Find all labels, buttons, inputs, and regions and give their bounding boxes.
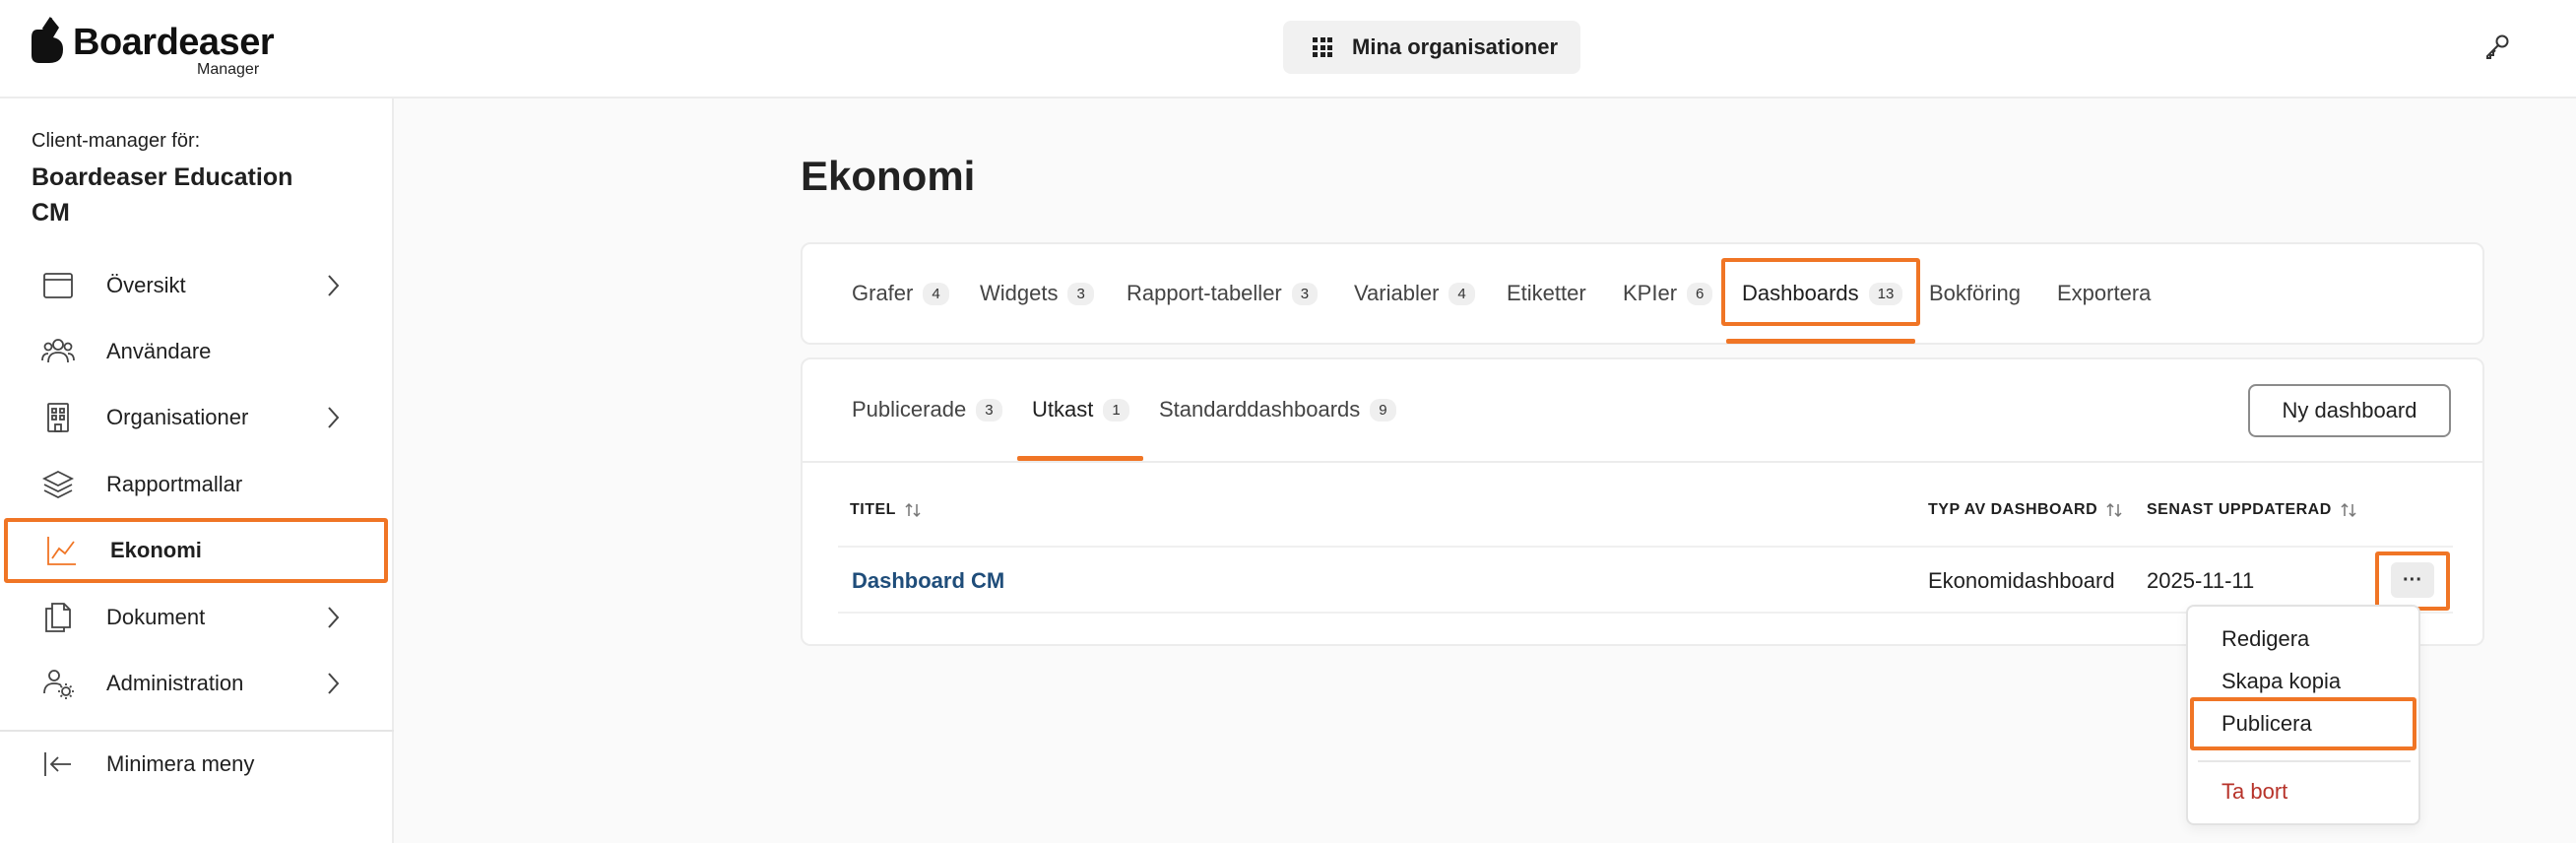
tab-count-badge: 3 [1067, 282, 1094, 305]
active-tab-underline [1726, 339, 1915, 344]
table-header-divider [838, 546, 2453, 548]
key-icon[interactable] [2483, 32, 2511, 60]
menu-item-redigera[interactable]: Redigera [2222, 626, 2309, 652]
users-icon [41, 339, 75, 363]
sidebar-item-label: Organisationer [106, 405, 249, 429]
tab-variabler[interactable]: Variabler 4 [1354, 244, 1475, 343]
sidebar-item-label: Översikt [106, 273, 186, 297]
tab-count-badge: 6 [1687, 282, 1713, 305]
column-header-label: TITEL [850, 501, 896, 518]
tab-label: Bokföring [1929, 281, 2021, 305]
dashboard-type-cell: Ekonomidashboard [1928, 568, 2115, 593]
logo-text: Boardeaser [73, 22, 275, 63]
app-logo[interactable]: Boardeaser Manager [30, 16, 286, 79]
tab-label: Publicerade [852, 397, 967, 422]
sidebar-item-ekonomi[interactable]: Ekonomi [4, 518, 388, 583]
tab-label: Dashboards [1742, 281, 1859, 305]
sort-icon [2341, 502, 2356, 518]
column-header-type[interactable]: TYP AV DASHBOARD [1928, 501, 2123, 519]
sidebar-item-rapportmallar[interactable]: Rapportmallar [0, 452, 394, 517]
sidebar-item-administration[interactable]: Administration [0, 651, 394, 716]
client-name: Boardeaser Education CM [32, 163, 293, 227]
client-manager-label: Client-manager för: [32, 130, 201, 152]
tab-dashboards[interactable]: Dashboards 13 [1742, 244, 1903, 343]
my-organisations-label: Mina organisationer [1352, 34, 1559, 59]
tab-etiketter[interactable]: Etiketter [1507, 244, 1586, 343]
sidebar-item-label: Dokument [106, 605, 206, 629]
tab-label: Exportera [2057, 281, 2152, 305]
sort-icon [2106, 502, 2122, 518]
tab-widgets[interactable]: Widgets 3 [980, 244, 1094, 343]
economy-tabs-card: Grafer 4 Widgets 3 Rapport-tabeller 3 Varia… [801, 242, 2484, 345]
tab-label: Rapport-tabeller [1127, 281, 1282, 305]
documents-icon [45, 603, 71, 632]
sort-icon [905, 502, 921, 518]
dashboard-updated-cell: 2025-11-11 [2147, 568, 2255, 593]
chevron-right-icon [328, 275, 340, 296]
chevron-right-icon [328, 673, 340, 694]
sidebar-item-anvandare[interactable]: Användare [0, 319, 394, 384]
tab-label: Utkast [1032, 397, 1094, 422]
minimize-menu-label: Minimera meny [106, 751, 255, 776]
sidebar-item-organisationer[interactable]: Organisationer [0, 385, 394, 450]
chevron-right-icon [328, 607, 340, 628]
line-chart-icon [47, 537, 76, 565]
sidebar-item-dokument[interactable]: Dokument [0, 585, 394, 650]
dashboards-card: Publicerade 3 Utkast 1 Standarddashboards 9… [801, 357, 2484, 646]
tab-label: Variabler [1354, 281, 1440, 305]
tab-label: KPIer [1623, 281, 1678, 305]
column-header-updated[interactable]: SENAST UPPDATERAD [2147, 501, 2357, 519]
sidebar-item-label: Användare [106, 339, 212, 363]
chevron-right-icon [328, 407, 340, 428]
menu-item-ta-bort[interactable]: Ta bort [2222, 779, 2287, 805]
tab-kpier[interactable]: KPIer 6 [1623, 244, 1713, 343]
logo-mark-icon [32, 17, 63, 63]
sidebar-item-label: Administration [106, 671, 244, 695]
tab-standarddashboards[interactable]: Standarddashboards 9 [1159, 359, 1396, 460]
tab-count-badge: 1 [1103, 398, 1129, 422]
column-header-label: SENAST UPPDATERAD [2147, 501, 2332, 518]
tab-count-badge: 4 [923, 282, 949, 305]
tab-label: Grafer [852, 281, 914, 305]
sidebar-item-label: Ekonomi [110, 538, 202, 562]
top-bar: Boardeaser Manager Mina organisationer [0, 0, 2576, 98]
tab-label: Standarddashboards [1159, 397, 1361, 422]
my-organisations-button[interactable]: Mina organisationer [1283, 21, 1580, 74]
collapse-left-icon [44, 752, 71, 776]
tab-count-badge: 13 [1868, 282, 1903, 305]
layers-icon [41, 470, 75, 499]
grid-icon [1313, 37, 1332, 57]
row-actions-button[interactable]: ··· [2391, 562, 2434, 598]
subtab-separator [803, 461, 2482, 463]
menu-divider [2198, 760, 2411, 762]
tab-publicerade[interactable]: Publicerade 3 [852, 359, 1002, 460]
sidebar-item-oversikt[interactable]: Översikt [0, 253, 394, 318]
tab-grafer[interactable]: Grafer 4 [852, 244, 949, 343]
page-title: Ekonomi [801, 153, 976, 199]
menu-item-skapa-kopia[interactable]: Skapa kopia [2222, 669, 2341, 694]
row-actions-menu: Redigera Skapa kopia Publicera Ta bort [2186, 605, 2420, 825]
tab-count-badge: 3 [1291, 282, 1319, 305]
tab-label: Etiketter [1507, 281, 1586, 305]
column-header-title[interactable]: TITEL [850, 501, 922, 519]
menu-item-publicera[interactable]: Publicera [2222, 711, 2312, 737]
tab-label: Widgets [980, 281, 1059, 305]
tab-count-badge: 3 [976, 398, 1002, 422]
tab-utkast[interactable]: Utkast 1 [1032, 359, 1129, 460]
browser-window-icon [43, 273, 73, 298]
dashboard-title-link[interactable]: Dashboard CM [852, 568, 1004, 594]
building-icon [47, 403, 69, 432]
tab-bokforing[interactable]: Bokföring [1929, 244, 2021, 343]
new-dashboard-button[interactable]: Ny dashboard [2248, 384, 2451, 437]
sidebar: Client-manager för: Boardeaser Education… [0, 98, 394, 843]
logo-subtitle: Manager [197, 61, 260, 78]
sidebar-item-label: Rapportmallar [106, 472, 243, 496]
minimize-menu-button[interactable]: Minimera meny [0, 732, 394, 797]
column-header-label: TYP AV DASHBOARD [1928, 501, 2098, 518]
users-gear-icon [43, 670, 74, 699]
tab-rapport-tabeller[interactable]: Rapport-tabeller 3 [1127, 244, 1319, 343]
tab-exportera[interactable]: Exportera [2057, 244, 2151, 343]
tab-count-badge: 9 [1370, 398, 1396, 422]
tab-count-badge: 4 [1449, 282, 1475, 305]
